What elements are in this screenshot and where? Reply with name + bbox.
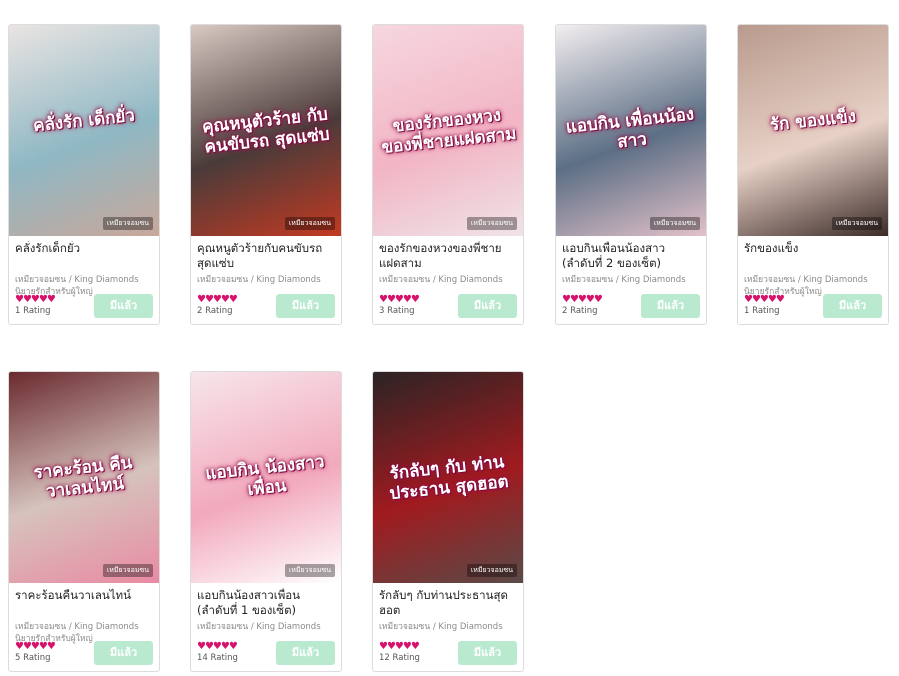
owned-button[interactable]: มีแล้ว bbox=[458, 294, 517, 318]
cover-title-text: ราคะร้อน คืน วาเลนไทน์ bbox=[32, 452, 134, 502]
book-info: รักของแข็ง เหมียวจอมซน / King Diamonds น… bbox=[738, 236, 888, 324]
book-card[interactable]: ราคะร้อน คืน วาเลนไทน์ เหมียวจอมซน ราคะร… bbox=[8, 371, 160, 672]
book-title[interactable]: คลั่งรักเด็กยั่ว bbox=[15, 241, 153, 273]
book-title[interactable]: คุณหนูตัวร้ายกับคนขับรถสุดแซ่บ bbox=[197, 241, 335, 273]
rating-row: ♥♥♥♥♥ 2 Rating มีแล้ว bbox=[562, 294, 700, 320]
rating-row: ♥♥♥♥♥ 12 Rating มีแล้ว bbox=[379, 641, 517, 667]
cover-author-text: เหมียวจอมซน bbox=[284, 564, 335, 577]
book-title[interactable]: ของรักของหวงของพี่ชายแฝดสาม bbox=[379, 241, 517, 273]
heart-rating-icons: ♥♥♥♥♥ bbox=[15, 294, 56, 305]
book-author[interactable]: เหมียวจอมซน / King Diamonds bbox=[15, 621, 153, 633]
rating-count: 5 Rating bbox=[15, 653, 51, 663]
book-title[interactable]: แอบกินเพื่อนน้องสาว (ลำดับที่ 2 ของเซ็ต) bbox=[562, 241, 700, 273]
book-card[interactable]: แอบกิน น้องสาว เพื่อน เหมียวจอมซน แอบกิน… bbox=[190, 371, 342, 672]
rating-count: 2 Rating bbox=[562, 306, 598, 316]
cover-title-text: แอบกิน น้องสาว เพื่อน bbox=[204, 451, 326, 500]
book-info: คลั่งรักเด็กยั่ว เหมียวจอมซน / King Diam… bbox=[9, 236, 159, 324]
rating-row: ♥♥♥♥♥ 1 Rating มีแล้ว bbox=[744, 294, 882, 320]
book-cover-image[interactable]: แอบกิน น้องสาว เพื่อน เหมียวจอมซน bbox=[191, 372, 341, 583]
cover-title-text: แอบกิน เพื่อนน้องสาว bbox=[564, 104, 696, 153]
book-info: รักลับๆ กับท่านประธานสุดฮอต เหมียวจอมซน … bbox=[373, 583, 523, 671]
rating-row: ♥♥♥♥♥ 14 Rating มีแล้ว bbox=[197, 641, 335, 667]
cover-author-text: เหมียวจอมซน bbox=[466, 217, 517, 230]
book-card[interactable]: รัก ของแข็ง เหมียวจอมซน รักของแข็ง เหมีย… bbox=[737, 24, 889, 325]
rating-count: 1 Rating bbox=[15, 306, 51, 316]
book-author[interactable]: เหมียวจอมซน / King Diamonds bbox=[744, 274, 882, 286]
book-author[interactable]: เหมียวจอมซน / King Diamonds bbox=[15, 274, 153, 286]
book-cover-image[interactable]: คุณหนูตัวร้าย กับคนขับรถ สุดแซ่บ เหมียวจ… bbox=[191, 25, 341, 236]
heart-rating-icons: ♥♥♥♥♥ bbox=[197, 294, 238, 305]
rating-count: 14 Rating bbox=[197, 653, 238, 663]
cover-author-text: เหมียวจอมซน bbox=[831, 217, 882, 230]
book-cover-image[interactable]: คลั่งรัก เด็กยั่ว เหมียวจอมซน bbox=[9, 25, 159, 236]
owned-button[interactable]: มีแล้ว bbox=[276, 294, 335, 318]
book-author[interactable]: เหมียวจอมซน / King Diamonds bbox=[197, 621, 335, 633]
owned-button[interactable]: มีแล้ว bbox=[94, 294, 153, 318]
book-title[interactable]: แอบกินน้องสาวเพื่อน (ลำดับที่ 1 ของเซ็ต) bbox=[197, 588, 335, 620]
cover-title-text: คลั่งรัก เด็กยั่ว bbox=[32, 105, 136, 137]
book-info: แอบกินน้องสาวเพื่อน (ลำดับที่ 1 ของเซ็ต)… bbox=[191, 583, 341, 671]
book-card[interactable]: แอบกิน เพื่อนน้องสาว เหมียวจอมซน แอบกินเ… bbox=[555, 24, 707, 325]
book-cover-image[interactable]: ของรักของหวง ของพี่ชายแฝดสาม เหมียวจอมซน bbox=[373, 25, 523, 236]
book-info: ของรักของหวงของพี่ชายแฝดสาม เหมียวจอมซน … bbox=[373, 236, 523, 324]
rating-row: ♥♥♥♥♥ 1 Rating มีแล้ว bbox=[15, 294, 153, 320]
owned-button[interactable]: มีแล้ว bbox=[823, 294, 882, 318]
book-cover-image[interactable]: รักลับๆ กับ ท่านประธาน สุดฮอต เหมียวจอมซ… bbox=[373, 372, 523, 583]
book-cover-image[interactable]: รัก ของแข็ง เหมียวจอมซน bbox=[738, 25, 888, 236]
cover-author-text: เหมียวจอมซน bbox=[649, 217, 700, 230]
owned-button[interactable]: มีแล้ว bbox=[641, 294, 700, 318]
rating-row: ♥♥♥♥♥ 3 Rating มีแล้ว bbox=[379, 294, 517, 320]
rating-count: 3 Rating bbox=[379, 306, 415, 316]
book-title[interactable]: รักของแข็ง bbox=[744, 241, 882, 273]
owned-button[interactable]: มีแล้ว bbox=[276, 641, 335, 665]
book-title[interactable]: รักลับๆ กับท่านประธานสุดฮอต bbox=[379, 588, 517, 620]
heart-rating-icons: ♥♥♥♥♥ bbox=[562, 294, 603, 305]
book-card[interactable]: คลั่งรัก เด็กยั่ว เหมียวจอมซน คลั่งรักเด… bbox=[8, 24, 160, 325]
rating-row: ♥♥♥♥♥ 5 Rating มีแล้ว bbox=[15, 641, 153, 667]
cover-author-text: เหมียวจอมซน bbox=[102, 217, 153, 230]
heart-rating-icons: ♥♥♥♥♥ bbox=[379, 641, 420, 652]
cover-author-text: เหมียวจอมซน bbox=[284, 217, 335, 230]
book-info: คุณหนูตัวร้ายกับคนขับรถสุดแซ่บ เหมียวจอม… bbox=[191, 236, 341, 324]
book-author[interactable]: เหมียวจอมซน / King Diamonds bbox=[379, 621, 517, 633]
owned-button[interactable]: มีแล้ว bbox=[94, 641, 153, 665]
heart-rating-icons: ♥♥♥♥♥ bbox=[379, 294, 420, 305]
owned-button[interactable]: มีแล้ว bbox=[458, 641, 517, 665]
cover-title-text: รัก ของแข็ง bbox=[769, 106, 857, 136]
cover-author-text: เหมียวจอมซน bbox=[102, 564, 153, 577]
heart-rating-icons: ♥♥♥♥♥ bbox=[744, 294, 785, 305]
rating-row: ♥♥♥♥♥ 2 Rating มีแล้ว bbox=[197, 294, 335, 320]
book-title[interactable]: ราคะร้อนคืนวาเลนไทน์ bbox=[15, 588, 153, 620]
book-author[interactable]: เหมียวจอมซน / King Diamonds bbox=[562, 274, 700, 286]
cover-title-text: ของรักของหวง ของพี่ชายแฝดสาม bbox=[380, 105, 518, 158]
book-info: แอบกินเพื่อนน้องสาว (ลำดับที่ 2 ของเซ็ต)… bbox=[556, 236, 706, 324]
book-card[interactable]: ของรักของหวง ของพี่ชายแฝดสาม เหมียวจอมซน… bbox=[372, 24, 524, 325]
book-card[interactable]: คุณหนูตัวร้าย กับคนขับรถ สุดแซ่บ เหมียวจ… bbox=[190, 24, 342, 325]
heart-rating-icons: ♥♥♥♥♥ bbox=[15, 641, 56, 652]
book-cover-image[interactable]: ราคะร้อน คืน วาเลนไทน์ เหมียวจอมซน bbox=[9, 372, 159, 583]
heart-rating-icons: ♥♥♥♥♥ bbox=[197, 641, 238, 652]
rating-count: 1 Rating bbox=[744, 306, 780, 316]
book-info: ราคะร้อนคืนวาเลนไทน์ เหมียวจอมซน / King … bbox=[9, 583, 159, 671]
book-cover-image[interactable]: แอบกิน เพื่อนน้องสาว เหมียวจอมซน bbox=[556, 25, 706, 236]
cover-title-text: คุณหนูตัวร้าย กับคนขับรถ สุดแซ่บ bbox=[201, 104, 331, 158]
book-author[interactable]: เหมียวจอมซน / King Diamonds bbox=[197, 274, 335, 286]
book-author[interactable]: เหมียวจอมซน / King Diamonds bbox=[379, 274, 517, 286]
rating-count: 12 Rating bbox=[379, 653, 420, 663]
cover-title-text: รักลับๆ กับ ท่านประธาน สุดฮอต bbox=[388, 452, 510, 505]
rating-count: 2 Rating bbox=[197, 306, 233, 316]
book-card[interactable]: รักลับๆ กับ ท่านประธาน สุดฮอต เหมียวจอมซ… bbox=[372, 371, 524, 672]
cover-author-text: เหมียวจอมซน bbox=[466, 564, 517, 577]
